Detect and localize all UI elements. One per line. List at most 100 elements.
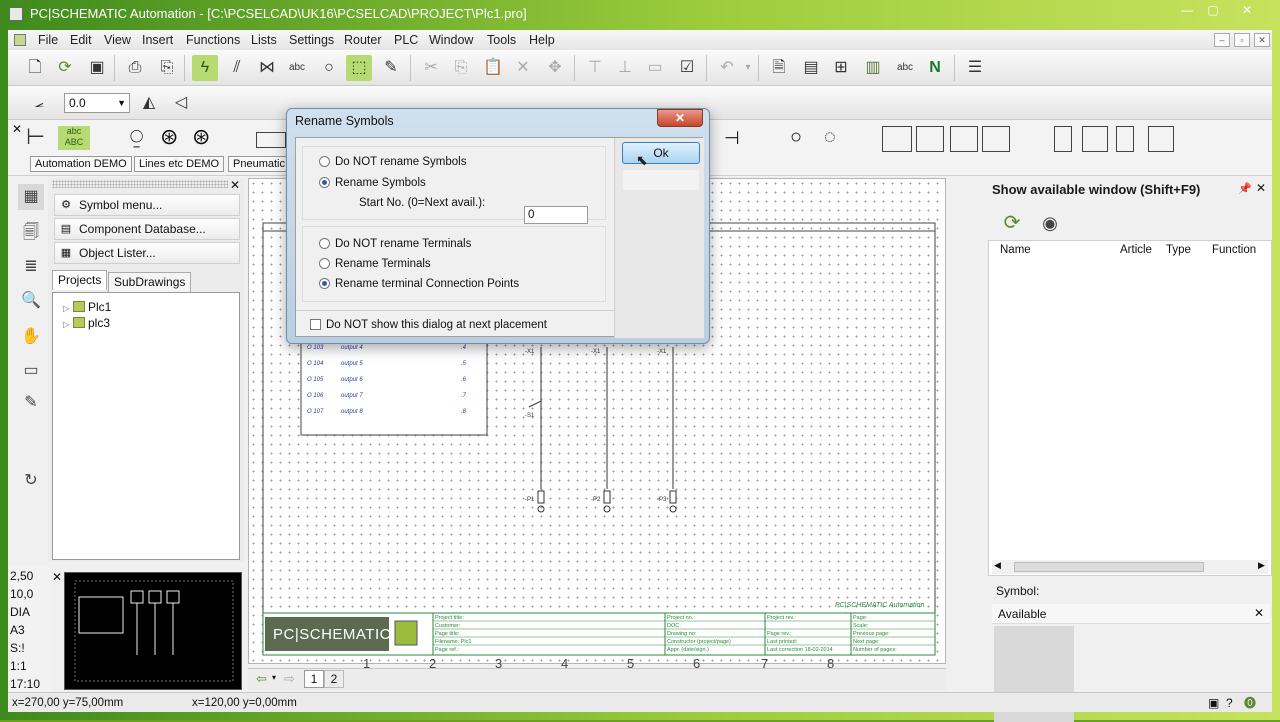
grid-view-icon[interactable]: ▦ xyxy=(18,184,44,210)
menu-settings[interactable]: Settings xyxy=(289,32,334,48)
help-status-icon[interactable]: ? xyxy=(1226,694,1233,712)
circle-symbol-icon[interactable]: ○ xyxy=(790,126,802,149)
database-icon[interactable]: ▤ xyxy=(798,55,824,81)
select-area-icon[interactable]: ⬚ xyxy=(346,55,372,81)
component-down-icon[interactable]: ⊥ xyxy=(612,55,638,81)
tab-subdrawings[interactable]: SubDrawings xyxy=(108,272,192,292)
page-preview[interactable] xyxy=(64,572,242,690)
hand-icon[interactable]: ✋ xyxy=(18,324,44,350)
radio-do-not-rename-symbols[interactable]: Do NOT rename Symbols xyxy=(319,155,466,169)
mirror-vertical-icon[interactable]: ◁ xyxy=(168,90,194,116)
text-symbol-icon[interactable]: abc ABC xyxy=(58,126,90,150)
open-icon[interactable]: ⟳ xyxy=(52,55,78,81)
frame3-symbol-icon[interactable] xyxy=(950,126,978,152)
motor-symbol-icon[interactable]: ⊛ xyxy=(160,124,178,150)
scroll-left-icon[interactable]: ◀ xyxy=(994,560,1001,571)
checklist-icon[interactable]: ☑ xyxy=(674,55,700,81)
spellcheck-icon[interactable]: abc xyxy=(892,55,918,81)
available-list[interactable] xyxy=(988,240,1272,576)
menu-help[interactable]: Help xyxy=(529,32,555,48)
list-view-icon[interactable]: ≣ xyxy=(18,254,44,280)
box-symbol-icon[interactable] xyxy=(256,132,286,148)
dialog-close-button[interactable]: ✕ xyxy=(657,109,703,127)
tab-automation-demo[interactable]: Automation DEMO xyxy=(30,156,132,172)
save-icon[interactable]: ▣ xyxy=(84,55,110,81)
close-symbols-icon[interactable]: ✕ xyxy=(12,122,22,136)
close-panel-icon[interactable]: ✕ xyxy=(1256,181,1266,195)
radio-rename-symbols[interactable]: Rename Symbols xyxy=(319,176,426,190)
tree-item-plc3[interactable]: ▷ plc3 xyxy=(63,315,110,333)
cabinet-icon[interactable]: ▥ xyxy=(860,55,886,81)
maximize-button[interactable]: ▢ xyxy=(1198,0,1228,20)
column-header-type[interactable]: Type xyxy=(1166,244,1191,256)
scale-item[interactable]: A3 xyxy=(10,622,50,638)
pages-icon[interactable]: 🗐 xyxy=(18,220,44,246)
scale-item[interactable]: 1:1 xyxy=(10,658,50,674)
bowtie-icon[interactable]: ⋈ xyxy=(254,55,280,81)
circle-icon[interactable]: ○ xyxy=(316,55,342,81)
frame6-symbol-icon[interactable] xyxy=(1082,126,1108,152)
mirror-horizontal-icon[interactable]: ◭ xyxy=(136,90,162,116)
frame4-symbol-icon[interactable] xyxy=(982,126,1010,152)
menu-window[interactable]: Window xyxy=(429,32,473,48)
column-header-article[interactable]: Article xyxy=(1120,244,1152,256)
mdi-close-button[interactable]: ✕ xyxy=(1254,33,1270,47)
frame7-symbol-icon[interactable] xyxy=(1116,126,1134,152)
scale-item[interactable]: 10,0 xyxy=(10,586,50,602)
component-icon[interactable]: ⊤ xyxy=(582,55,608,81)
pin-icon[interactable]: 📌 xyxy=(1238,182,1252,195)
list-icon[interactable]: ☰ xyxy=(962,55,988,81)
chevron-down-icon[interactable]: ▼ xyxy=(117,94,126,112)
switch-symbol-icon[interactable]: ⊣ xyxy=(724,128,740,149)
menu-file[interactable]: File xyxy=(38,32,58,48)
hatch-lines-icon[interactable]: ⫽ xyxy=(224,55,250,81)
scale-item[interactable]: 17:10 xyxy=(10,676,50,692)
page-tab-1[interactable]: 1 xyxy=(304,670,324,688)
column-header-function[interactable]: Function xyxy=(1212,244,1256,256)
delete-icon[interactable]: ✕ xyxy=(510,55,536,81)
menu-edit[interactable]: Edit xyxy=(70,32,92,48)
symbol-menu-button[interactable]: ⚙ Symbol menu... xyxy=(54,194,240,216)
paste-icon[interactable]: 📋 xyxy=(480,55,506,81)
menu-functions[interactable]: Functions xyxy=(186,32,240,48)
zoom-icon[interactable]: 🔍 xyxy=(18,288,44,314)
move-icon[interactable]: ✥ xyxy=(542,55,568,81)
menu-router[interactable]: Router xyxy=(344,32,382,48)
junction-symbol-icon[interactable]: ⊢ xyxy=(26,124,45,150)
close-preview-icon[interactable]: ✕ xyxy=(52,570,62,584)
chevron-down-icon[interactable]: ▾ xyxy=(272,673,276,682)
menu-tools[interactable]: Tools xyxy=(487,32,516,48)
undo-icon[interactable]: ↶ xyxy=(714,55,740,81)
copy-icon[interactable]: ⎘ xyxy=(448,55,474,81)
tab-lines-demo[interactable]: Lines etc DEMO xyxy=(134,156,225,172)
frame-icon[interactable]: ▭ xyxy=(642,55,668,81)
close-panel-icon[interactable]: ✕ xyxy=(230,178,240,192)
ground-symbol-icon[interactable]: ⍜ xyxy=(130,124,143,150)
tab-projects[interactable]: Projects xyxy=(52,270,108,290)
print-setup-icon[interactable]: ⎘ xyxy=(154,55,180,81)
prev-page-icon[interactable]: ⇦ xyxy=(256,671,267,687)
scale-item[interactable]: 2,50 xyxy=(10,568,50,584)
object-lister-button[interactable]: ▦ Object Lister... xyxy=(54,242,240,264)
mdi-restore-button[interactable]: ▫ xyxy=(1234,33,1250,47)
ok-button[interactable]: Ok xyxy=(622,142,700,164)
lightning-icon[interactable]: ϟ xyxy=(192,55,218,81)
tab-pneumatic[interactable]: Pneumatic xyxy=(228,156,290,172)
n-icon[interactable]: N xyxy=(922,55,948,81)
frame-symbol-icon[interactable] xyxy=(882,126,912,152)
column-header-name[interactable]: Name xyxy=(1000,244,1031,256)
page-icon[interactable]: 🗎 xyxy=(766,55,792,81)
scale-item[interactable]: S:! xyxy=(10,640,50,656)
info-status-icon[interactable]: ⓿ xyxy=(1244,694,1256,712)
expand-icon[interactable]: ▷ xyxy=(63,317,73,333)
edit-page-icon[interactable]: ✎ xyxy=(18,390,44,416)
monitor-icon[interactable]: ▭ xyxy=(18,358,44,384)
menu-plc[interactable]: PLC xyxy=(394,32,418,48)
radio-rename-connection-points[interactable]: Rename terminal Connection Points xyxy=(319,277,519,291)
scroll-right-icon[interactable]: ▶ xyxy=(1258,560,1265,571)
new-icon[interactable]: 🗋 xyxy=(22,55,48,81)
dont-show-checkbox[interactable]: Do NOT show this dialog at next placemen… xyxy=(310,318,547,332)
frame2-symbol-icon[interactable] xyxy=(916,126,944,152)
save-status-icon[interactable]: ▣ xyxy=(1208,694,1219,712)
page-tab-2[interactable]: 2 xyxy=(324,670,344,688)
